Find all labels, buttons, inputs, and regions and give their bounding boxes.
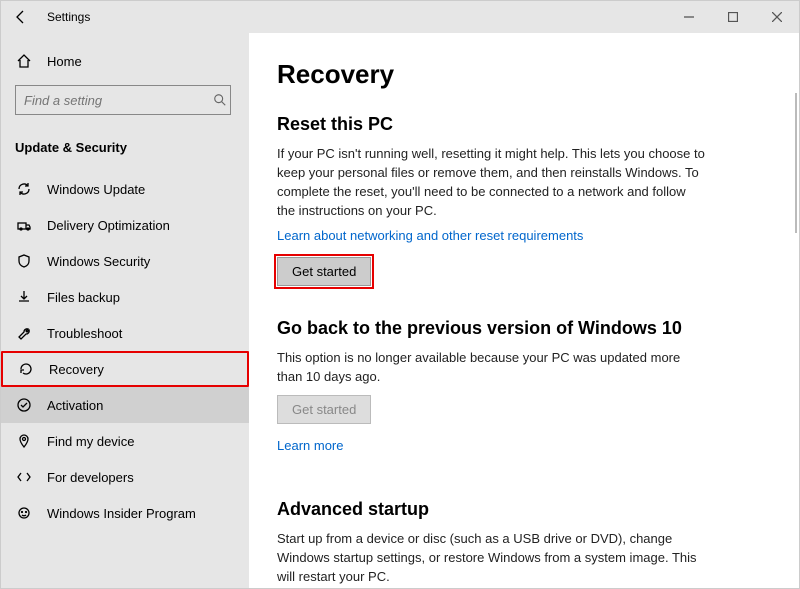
sidebar-item-label: Windows Security	[47, 254, 150, 269]
sidebar-item-for-developers[interactable]: For developers	[1, 459, 249, 495]
search-container	[1, 79, 249, 125]
sidebar-home[interactable]: Home	[1, 43, 249, 79]
window-title: Settings	[41, 10, 90, 24]
code-icon	[15, 468, 33, 486]
sidebar-item-label: Troubleshoot	[47, 326, 122, 341]
sidebar-home-label: Home	[47, 54, 82, 69]
advanced-heading: Advanced startup	[277, 499, 771, 520]
page-title: Recovery	[277, 59, 771, 90]
section-go-back: Go back to the previous version of Windo…	[277, 318, 771, 467]
close-icon	[772, 12, 782, 22]
goback-get-started-button: Get started	[277, 395, 371, 424]
content-area: Recovery Reset this PC If your PC isn't …	[249, 33, 799, 588]
minimize-icon	[684, 12, 694, 22]
reset-heading: Reset this PC	[277, 114, 771, 135]
home-icon	[15, 52, 33, 70]
sidebar-category-label: Update & Security	[15, 140, 127, 155]
minimize-button[interactable]	[667, 1, 711, 33]
window-controls	[667, 1, 799, 33]
arrow-left-icon	[13, 9, 29, 25]
reset-link[interactable]: Learn about networking and other reset r…	[277, 228, 583, 243]
sidebar-item-label: Delivery Optimization	[47, 218, 170, 233]
delivery-icon	[15, 216, 33, 234]
search-input[interactable]	[16, 93, 210, 108]
check-circle-icon	[15, 396, 33, 414]
sidebar-item-label: Recovery	[49, 362, 104, 377]
goback-learn-more-link[interactable]: Learn more	[277, 438, 343, 453]
back-button[interactable]	[1, 1, 41, 33]
sidebar-item-label: Find my device	[47, 434, 134, 449]
sidebar-item-label: Windows Update	[47, 182, 145, 197]
search-box[interactable]	[15, 85, 231, 115]
sidebar-item-windows-update[interactable]: Windows Update	[1, 171, 249, 207]
advanced-body: Start up from a device or disc (such as …	[277, 530, 707, 587]
sidebar-item-delivery-optimization[interactable]: Delivery Optimization	[1, 207, 249, 243]
sync-icon	[15, 180, 33, 198]
reset-get-started-button[interactable]: Get started	[277, 257, 371, 286]
sidebar-item-activation[interactable]: Activation	[1, 387, 249, 423]
sidebar-item-recovery[interactable]: Recovery	[1, 351, 249, 387]
sidebar-item-windows-security[interactable]: Windows Security	[1, 243, 249, 279]
sidebar-item-label: Activation	[47, 398, 103, 413]
maximize-icon	[728, 12, 738, 22]
insider-icon	[15, 504, 33, 522]
titlebar: Settings	[1, 1, 799, 33]
sidebar-item-files-backup[interactable]: Files backup	[1, 279, 249, 315]
search-icon	[210, 93, 230, 107]
scrollbar[interactable]	[795, 93, 797, 233]
goback-heading: Go back to the previous version of Windo…	[277, 318, 771, 339]
sidebar-category: Update & Security	[1, 129, 249, 165]
section-reset-pc: Reset this PC If your PC isn't running w…	[277, 114, 771, 286]
sidebar-item-label: Windows Insider Program	[47, 506, 196, 521]
close-button[interactable]	[755, 1, 799, 33]
recovery-icon	[17, 360, 35, 378]
sidebar-item-insider-program[interactable]: Windows Insider Program	[1, 495, 249, 531]
location-icon	[15, 432, 33, 450]
backup-icon	[15, 288, 33, 306]
goback-body: This option is no longer available becau…	[277, 349, 707, 387]
shield-icon	[15, 252, 33, 270]
section-advanced-startup: Advanced startup Start up from a device …	[277, 499, 771, 588]
reset-body: If your PC isn't running well, resetting…	[277, 145, 707, 220]
sidebar-item-find-my-device[interactable]: Find my device	[1, 423, 249, 459]
maximize-button[interactable]	[711, 1, 755, 33]
sidebar-item-label: For developers	[47, 470, 134, 485]
sidebar: Home Update & Security Windows Update De…	[1, 33, 249, 588]
sidebar-item-troubleshoot[interactable]: Troubleshoot	[1, 315, 249, 351]
wrench-icon	[15, 324, 33, 342]
sidebar-item-label: Files backup	[47, 290, 120, 305]
